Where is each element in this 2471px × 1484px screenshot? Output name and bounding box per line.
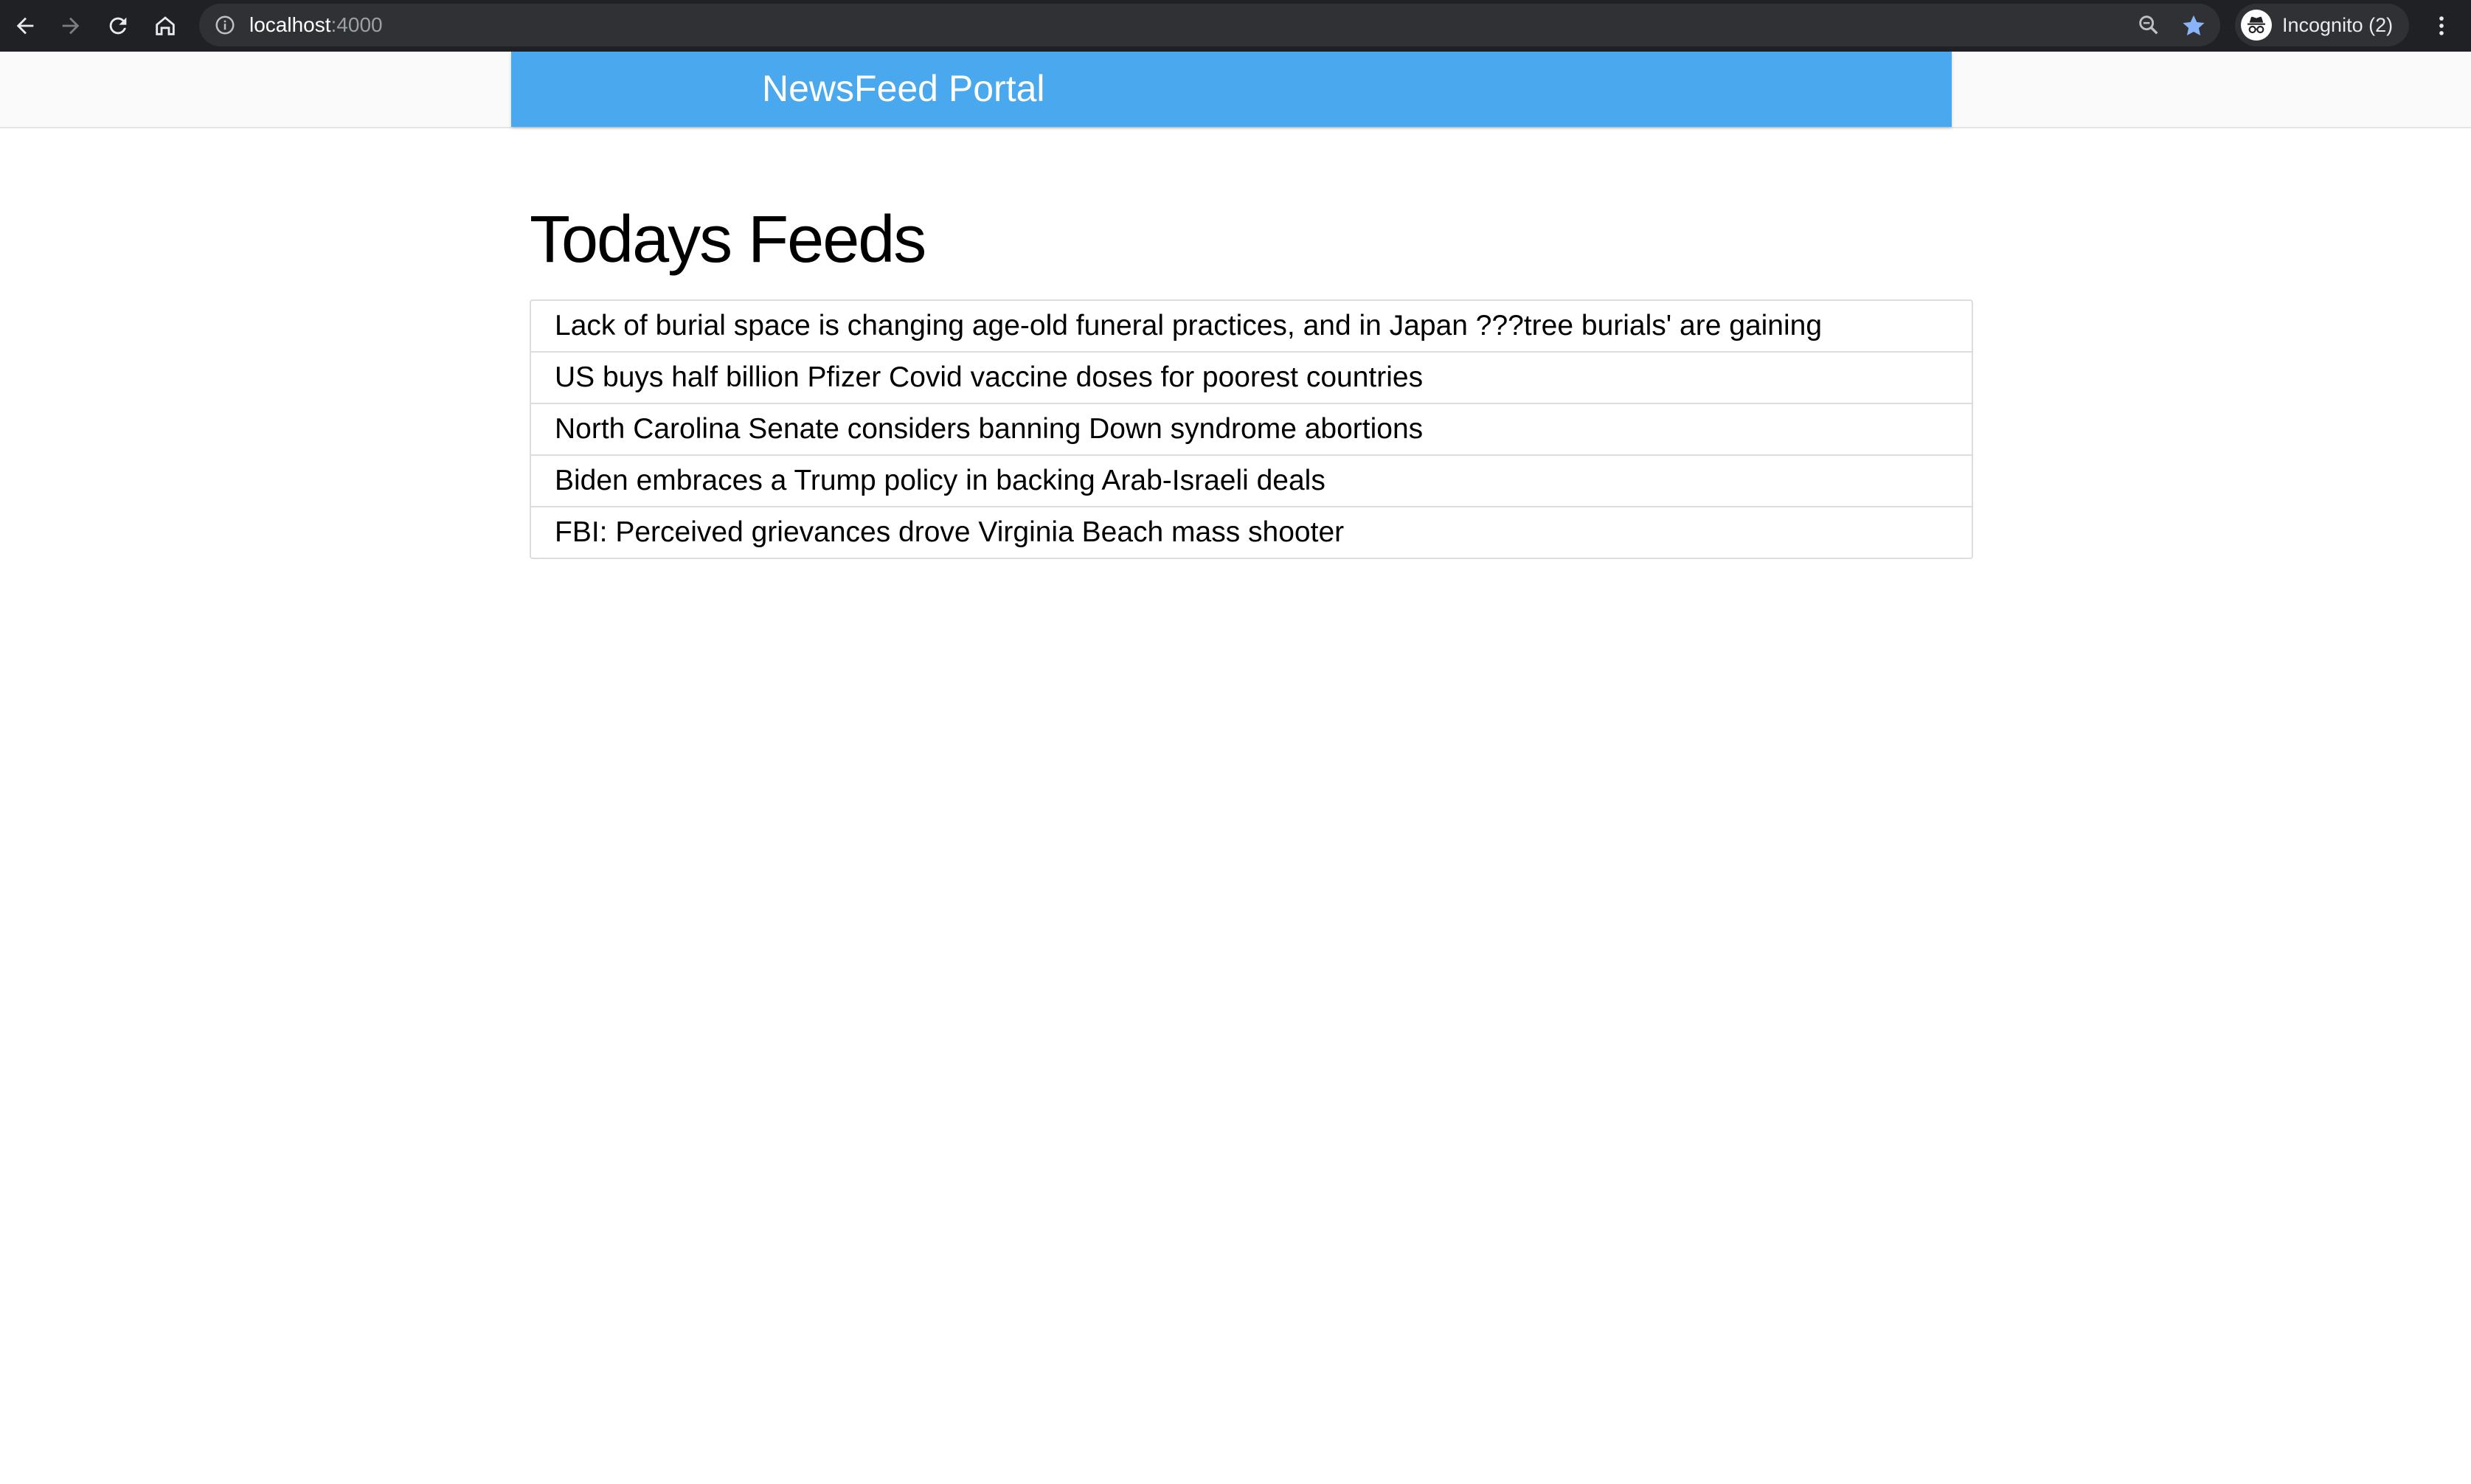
back-button[interactable] bbox=[7, 8, 43, 44]
feed-item[interactable]: FBI: Perceived grievances drove Virginia… bbox=[531, 506, 1972, 558]
feed-item[interactable]: Lack of burial space is changing age-old… bbox=[531, 301, 1972, 351]
brand-link[interactable]: NewsFeed Portal bbox=[762, 65, 1045, 112]
page-title: Todays Feeds bbox=[530, 203, 926, 277]
browser-toolbar: localhost:4000 Incognito (2) bbox=[0, 0, 2471, 52]
arrow-right-icon bbox=[62, 17, 80, 35]
info-icon[interactable] bbox=[214, 14, 236, 36]
url-port: :4000 bbox=[330, 13, 383, 36]
incognito-icon bbox=[2241, 10, 2272, 41]
arrow-left-icon bbox=[16, 17, 34, 35]
home-icon bbox=[156, 16, 175, 35]
reload-button[interactable] bbox=[100, 8, 136, 44]
kebab-menu-icon bbox=[2439, 16, 2444, 35]
star-icon[interactable] bbox=[2180, 13, 2207, 39]
home-button[interactable] bbox=[148, 8, 183, 44]
url-host: localhost bbox=[249, 13, 331, 36]
zoom-icon[interactable] bbox=[2136, 13, 2161, 38]
page-content: NewsFeed Portal Todays Feeds Lack of bur… bbox=[0, 52, 2471, 1484]
feed-item[interactable]: Biden embraces a Trump policy in backing… bbox=[531, 454, 1972, 506]
feed-item[interactable]: US buys half billion Pfizer Covid vaccin… bbox=[531, 351, 1972, 403]
profile-button[interactable]: Incognito (2) bbox=[2235, 4, 2409, 46]
navbar: NewsFeed Portal bbox=[511, 52, 1952, 127]
feed-list: Lack of burial space is changing age-old… bbox=[530, 299, 1973, 559]
forward-button[interactable] bbox=[53, 8, 89, 44]
url-text[interactable]: localhost:4000 bbox=[249, 13, 383, 38]
address-bar[interactable]: localhost:4000 bbox=[199, 4, 2220, 46]
reload-icon bbox=[109, 17, 127, 35]
feed-item[interactable]: North Carolina Senate considers banning … bbox=[531, 403, 1972, 454]
profile-label: Incognito (2) bbox=[2282, 13, 2394, 36]
browser-menu-button[interactable] bbox=[2427, 8, 2456, 44]
